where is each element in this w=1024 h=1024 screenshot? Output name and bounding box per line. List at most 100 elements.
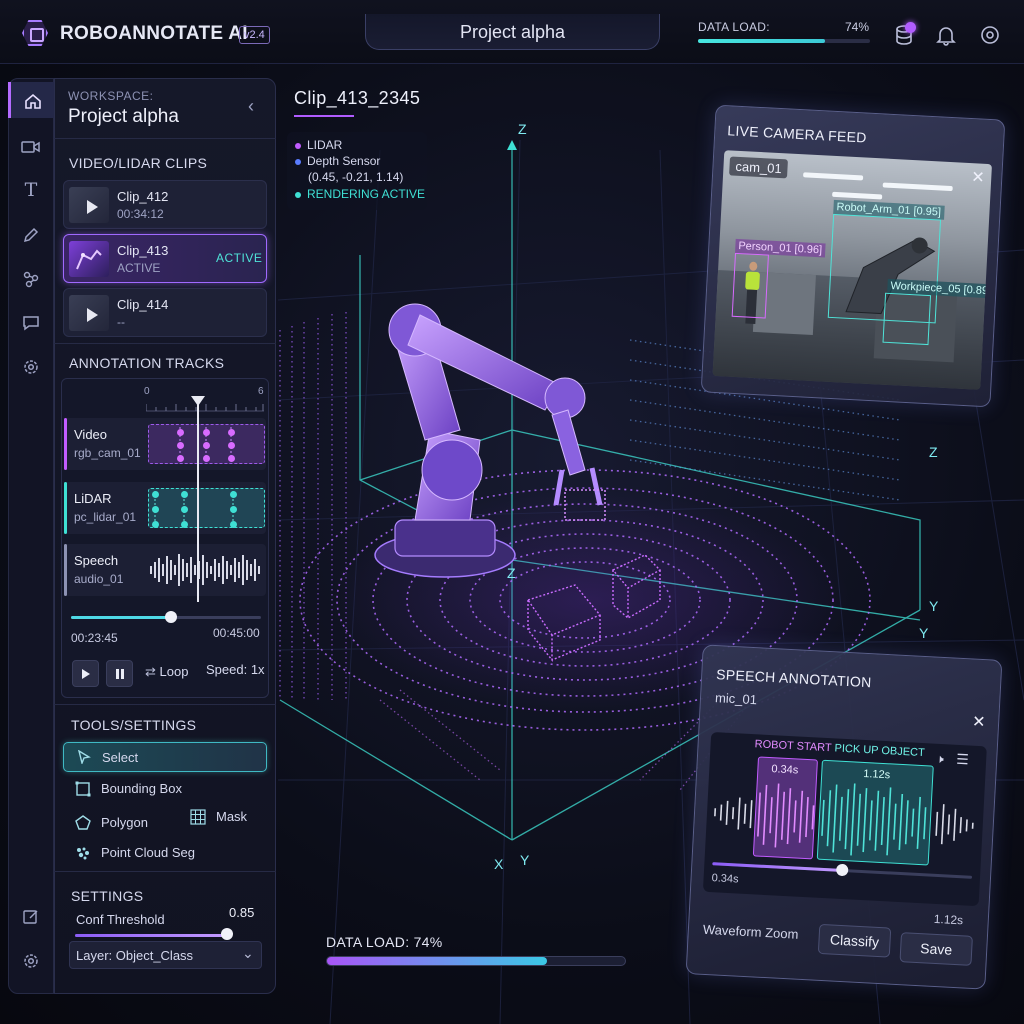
classify-button[interactable]: Classify [817,923,892,958]
gear-icon[interactable] [8,348,54,384]
keyframe-marker[interactable] [230,491,237,498]
tools-section-title: TOOLS/SETTINGS [71,717,197,733]
waveform-zoom-knob[interactable] [835,863,849,877]
legend-depth: Depth Sensor [295,154,380,168]
clip-item[interactable]: Clip_414 -- [63,288,267,337]
mask-icon [190,809,206,825]
keyframe-marker[interactable] [152,521,159,528]
bbox-workpiece[interactable] [882,292,932,346]
bbox-person[interactable] [731,252,769,319]
chevron-down-icon: ⌄ [242,945,254,961]
play-button[interactable] [72,660,99,687]
waveform [714,783,974,856]
lidar-dot [295,142,301,149]
keyframe-marker[interactable] [181,491,188,498]
track-color-bar [64,418,67,470]
keyframe-marker[interactable] [181,506,188,513]
keyframe-marker[interactable] [203,442,210,449]
conf-threshold-slider-fill [75,934,225,937]
workspace-label: WORKSPACE: [68,89,154,103]
project-tab-label: Project alpha [459,22,566,42]
tool-label: Mask [216,809,248,824]
close-icon[interactable]: ✕ [972,712,986,733]
keyframe-marker[interactable] [177,442,184,449]
keyframe-marker[interactable] [181,521,188,528]
save-button[interactable]: Save [899,932,973,966]
timeline-playhead[interactable] [197,400,199,602]
speech-panel-title: SPEECH ANNOTATION [715,666,873,691]
keyframe-marker[interactable] [230,506,237,513]
keyframe-marker[interactable] [230,521,237,528]
timeline-scrubber-knob[interactable] [165,611,177,623]
keyframe-marker[interactable] [152,506,159,513]
menu-icon[interactable]: ☰ [956,751,969,769]
layer-select[interactable]: Layer: Object_Class ⌄ [69,941,262,969]
settings-icon[interactable] [979,24,1001,46]
divider [54,704,276,705]
tool-mask[interactable]: Mask [180,802,265,832]
axis-z-label: Z [518,121,527,137]
text-icon[interactable]: T [8,172,54,208]
comment-icon[interactable] [8,304,54,340]
tool-polygon[interactable]: Polygon [63,808,173,838]
conf-threshold-knob[interactable] [221,928,233,940]
clip-item-active[interactable]: Clip_413 ACTIVE ACTIVE [63,234,267,283]
clip-name: Clip_413 [117,243,169,258]
keyframe-marker[interactable] [152,491,159,498]
speech-waveform[interactable] [148,550,265,590]
keyframe-marker[interactable] [228,429,235,436]
track-lane[interactable] [148,424,265,464]
axis-y-label: Y [919,625,929,641]
layer-select-value: Layer: Object_Class [76,948,194,963]
timeline-ruler[interactable]: 0 6 [144,386,264,412]
keyframe-marker[interactable] [228,455,235,462]
loop-toggle[interactable]: ⇄ Loop [145,664,188,680]
camera-feed[interactable]: Person_01 [0.96] Robot_Arm_01 [0.95] Wor… [712,150,992,390]
tool-select[interactable]: Select [63,742,267,772]
axis-y-label: Y [520,852,530,868]
close-icon[interactable]: ✕ [971,167,985,188]
camera-id: cam_01 [729,156,789,179]
conf-threshold-label: Conf Threshold [76,912,165,927]
edit-icon[interactable] [8,898,54,934]
clip-thumbnail [69,187,109,223]
track-speech[interactable]: Speech audio_01 [64,544,266,596]
axis-y-label: Y [929,598,939,614]
live-camera-panel[interactable]: LIVE CAMERA FEED Person_01 [0.96] Robot_… [700,104,1006,408]
keyframe-marker[interactable] [228,442,235,449]
nodes-icon[interactable] [8,260,54,296]
collapse-chevron-icon[interactable]: ‹ [248,96,254,117]
keyframe-marker[interactable] [177,429,184,436]
tool-point-cloud-seg[interactable]: Point Cloud Seg [63,838,267,868]
video-icon[interactable] [8,128,54,164]
speech-annotation-panel[interactable]: SPEECH ANNOTATION mic_01 ✕ 🕨 ☰ ROBOT STA… [685,644,1003,990]
settings-icon[interactable] [8,942,54,978]
keyframe-marker[interactable] [203,455,210,462]
track-video[interactable]: Video rgb_cam_01 [64,418,266,470]
speed-selector[interactable]: Speed: 1x [206,662,265,677]
speech-waveform-editor[interactable]: 🕨 ☰ ROBOT START 0.34s PICK UP OBJECT 1.1… [702,731,987,907]
total-time: 00:45:00 [213,626,260,640]
polygon-icon [75,815,91,831]
version-badge: v2.4 [239,26,270,44]
clip-item[interactable]: Clip_412 00:34:12 [63,180,267,229]
depth-dot [295,158,301,165]
track-lane[interactable] [148,488,265,528]
pause-button[interactable] [106,660,133,687]
tool-bounding-box[interactable]: Bounding Box [63,774,267,804]
bell-icon[interactable] [935,24,957,46]
keyframe-marker[interactable] [177,455,184,462]
home-icon[interactable] [8,82,54,118]
track-lidar[interactable]: LiDAR pc_lidar_01 [64,482,266,534]
notification-dot [905,22,916,33]
ceiling-light [803,172,864,181]
volume-icon[interactable]: 🕨 [936,752,944,767]
clip-thumbnail [69,241,109,277]
track-name: Video [74,427,108,442]
keyframe-marker[interactable] [203,429,210,436]
track-name: Speech [74,553,119,568]
playhead-handle[interactable] [191,396,205,406]
conf-threshold-value: 0.85 [229,905,255,920]
tool-label: Point Cloud Seg [101,845,195,860]
pen-icon[interactable] [8,216,54,252]
